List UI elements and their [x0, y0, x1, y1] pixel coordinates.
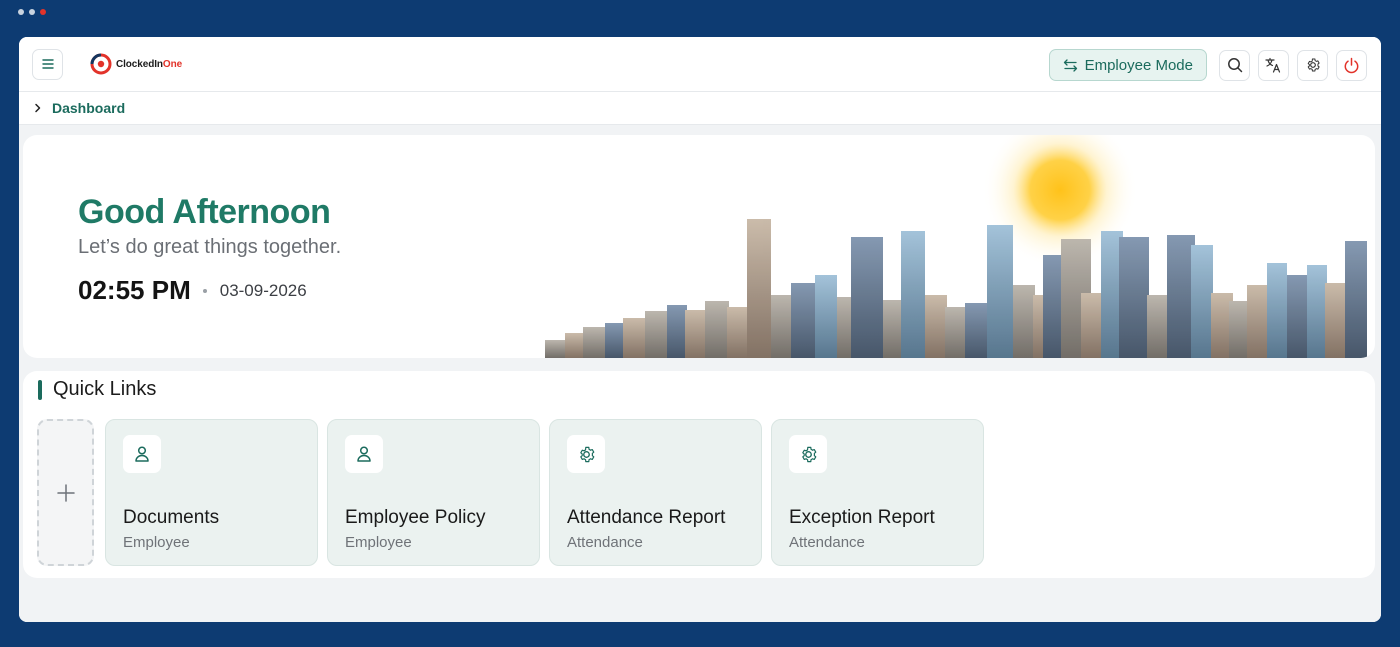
window-dot — [40, 9, 46, 15]
current-date: 03-09-2026 — [219, 280, 307, 300]
card-subtitle: Employee — [123, 534, 190, 551]
buildings — [545, 219, 1367, 358]
gear-icon — [1307, 58, 1320, 72]
top-bar: ClockedInOne Employee Mode — [19, 37, 1381, 92]
target-logo-icon — [90, 53, 112, 75]
quick-link-employee-policy[interactable]: Employee Policy Employee — [327, 419, 540, 566]
window-dot — [29, 9, 35, 15]
breadcrumb-dashboard[interactable]: Dashboard — [52, 100, 125, 116]
section-accent-bar — [38, 379, 42, 400]
card-icon-box — [567, 435, 605, 473]
separator-dot — [202, 288, 207, 293]
card-icon-box — [789, 435, 827, 473]
card-title: Exception Report — [789, 507, 935, 528]
brand-name: ClockedInOne — [116, 58, 183, 70]
greeting-block: Good Afternoon Let’s do great things tog… — [78, 193, 341, 306]
card-subtitle: Attendance — [567, 534, 643, 551]
app-window: ClockedInOne Employee Mode Dashboard Goo… — [19, 37, 1381, 622]
employee-mode-button[interactable]: Employee Mode — [1048, 49, 1207, 81]
plus-icon — [56, 483, 75, 502]
quick-link-attendance-report[interactable]: Attendance Report Attendance — [549, 419, 762, 566]
user-icon — [357, 446, 371, 462]
translate-icon — [1265, 57, 1281, 73]
card-icon-box — [345, 435, 383, 473]
gear-icon — [801, 446, 816, 462]
breadcrumb: Dashboard — [19, 92, 1381, 125]
power-icon — [1344, 57, 1359, 73]
window-controls — [18, 9, 46, 15]
top-actions: Employee Mode — [1048, 49, 1367, 81]
card-subtitle: Employee — [345, 534, 412, 551]
quick-links-header: Quick Links — [38, 378, 156, 401]
welcome-banner: Good Afternoon Let’s do great things tog… — [23, 135, 1375, 358]
language-button[interactable] — [1258, 49, 1289, 81]
card-icon-box — [123, 435, 161, 473]
hamburger-icon — [41, 59, 54, 69]
card-title: Documents — [123, 507, 220, 528]
greeting-tagline: Let’s do great things together. — [78, 236, 342, 258]
quick-link-cards: Documents Employee Employee Policy Emplo… — [105, 419, 984, 566]
menu-button[interactable] — [32, 48, 63, 80]
gear-icon — [579, 446, 594, 462]
quick-link-exception-report[interactable]: Exception Report Attendance — [771, 419, 984, 566]
clock-row: 02:55 PM 03-09-2026 — [78, 275, 341, 306]
card-subtitle: Attendance — [789, 534, 865, 551]
card-title: Employee Policy — [345, 507, 486, 528]
user-icon — [135, 446, 149, 462]
add-quick-link-button[interactable] — [37, 419, 94, 566]
brand-logo[interactable]: ClockedInOne — [90, 53, 182, 75]
quick-links-section: Quick Links Documents Employee Employee … — [23, 371, 1375, 578]
swap-arrows-icon — [1063, 58, 1077, 72]
search-button[interactable] — [1219, 49, 1250, 81]
city-skyline-illustration — [545, 135, 1367, 358]
chevron-right-icon[interactable] — [34, 103, 42, 113]
card-title: Attendance Report — [567, 507, 726, 528]
employee-mode-label: Employee Mode — [1084, 56, 1193, 74]
search-icon — [1227, 58, 1242, 73]
page-footer-area — [19, 593, 1381, 622]
window-dot — [18, 9, 24, 15]
quick-link-documents[interactable]: Documents Employee — [105, 419, 318, 566]
greeting-title: Good Afternoon — [78, 193, 331, 231]
current-time: 02:55 PM — [78, 275, 191, 305]
logout-button[interactable] — [1336, 49, 1367, 81]
settings-button[interactable] — [1297, 49, 1328, 81]
quick-links-title: Quick Links — [53, 378, 157, 400]
